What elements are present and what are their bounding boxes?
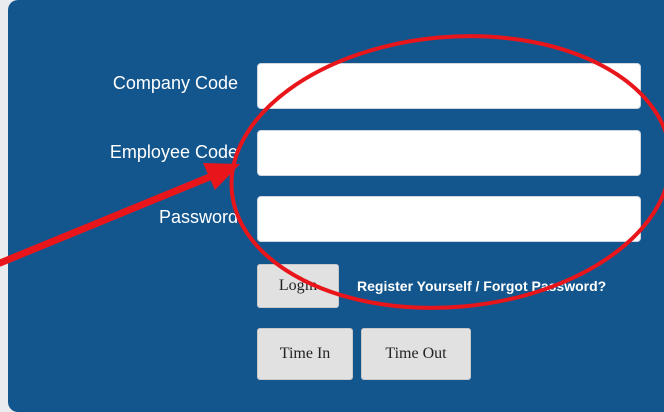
register-forgot-password-link[interactable]: Register Yourself / Forgot Password? [357,278,606,294]
company-code-label: Company Code [112,73,238,93]
employee-code-label: Employee Code [109,142,238,162]
company-code-input[interactable] [257,63,641,109]
time-out-button[interactable]: Time Out [361,328,471,380]
password-label: Password [158,207,238,227]
time-in-button[interactable]: Time In [257,328,353,380]
employee-code-input[interactable] [257,130,641,176]
login-button[interactable]: Login [257,264,339,308]
password-input[interactable] [257,196,641,242]
